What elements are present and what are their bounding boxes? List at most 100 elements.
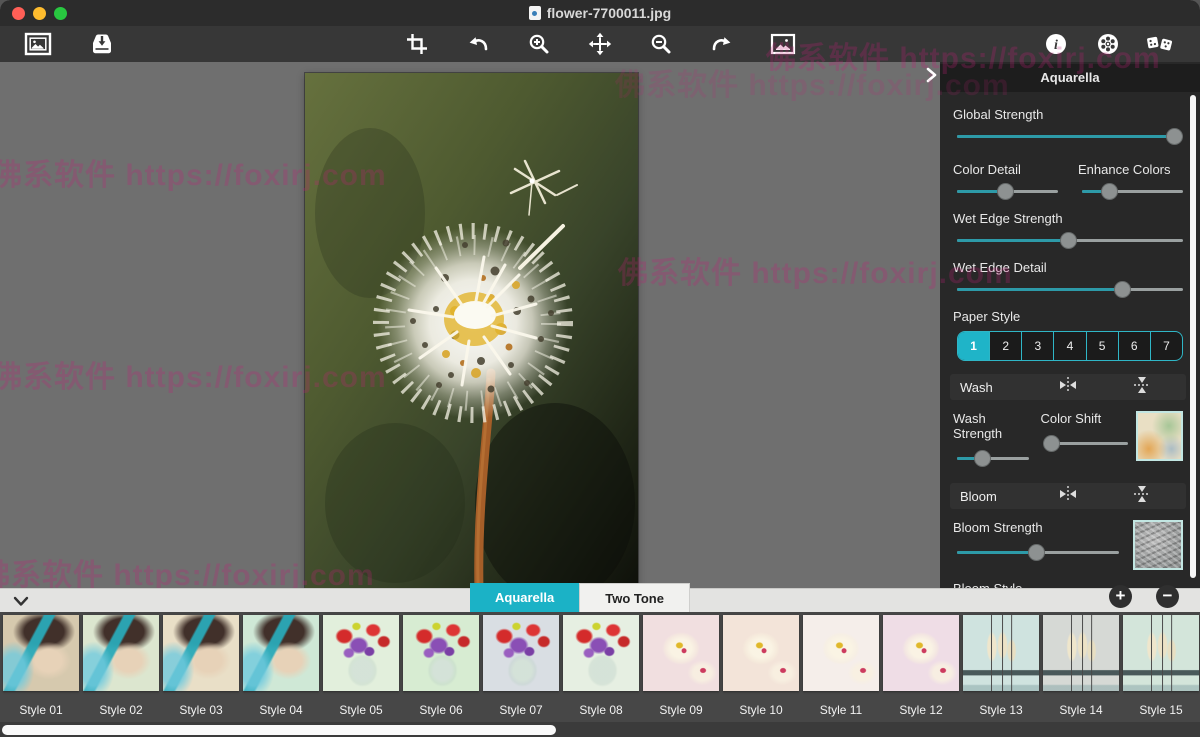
style-thumbnail-image[interactable] [83,615,159,691]
style-thumbnail-style-12[interactable]: Style 12 [883,612,959,722]
color-detail-label: Color Detail [953,162,1058,177]
style-thumbnail-style-04[interactable]: Style 04 [243,612,319,722]
wet-edge-strength-slider[interactable] [957,232,1183,249]
style-thumbnail-style-09[interactable]: Style 09 [643,612,719,722]
style-thumbnail-style-11[interactable]: Style 11 [803,612,879,722]
style-thumbnail-image[interactable] [3,615,79,691]
panel-scrollbar[interactable] [1190,95,1196,578]
style-thumbnail-image[interactable] [323,615,399,691]
undo-icon[interactable] [464,30,492,58]
collapse-panel-button[interactable] [920,64,942,86]
paper-style-option-5[interactable]: 5 [1086,332,1118,360]
style-thumbnail-style-02[interactable]: Style 02 [83,612,159,722]
style-thumbnail-image[interactable] [1123,615,1199,691]
style-thumbnail-image[interactable] [403,615,479,691]
flip-vertical-icon[interactable] [1134,484,1150,509]
paper-style-option-4[interactable]: 4 [1053,332,1085,360]
style-thumbnail-image[interactable] [1043,615,1119,691]
zoom-window-button[interactable] [54,7,67,20]
image-gallery-icon[interactable] [24,30,52,58]
zoom-out-icon[interactable] [647,30,675,58]
pan-move-icon[interactable] [586,30,614,58]
style-thumbnail-image[interactable] [643,615,719,691]
strip-scrollbar-thumb[interactable] [2,725,556,735]
slider-knob[interactable] [1166,128,1183,145]
paper-style-option-2[interactable]: 2 [989,332,1021,360]
paper-style-control: Paper Style 1234567 [953,309,1183,361]
zoom-in-icon[interactable] [525,30,553,58]
toolbar: i [0,26,1200,62]
slider-knob[interactable] [1028,544,1045,561]
svg-text:i: i [1054,38,1058,53]
color-shift-label: Color Shift [1040,411,1128,426]
style-thumbnail-strip: Style 01 Style 02 Style 03 Style 04 Styl… [0,612,1200,722]
style-thumbnail-style-07[interactable]: Style 07 [483,612,559,722]
wash-section-header[interactable]: Wash [950,374,1186,400]
crop-icon[interactable] [403,30,431,58]
style-thumbnail-label: Style 04 [243,703,319,717]
add-style-button[interactable]: + [1109,585,1132,608]
slider-knob[interactable] [1101,183,1118,200]
style-thumbnail-style-14[interactable]: Style 14 [1043,612,1119,722]
style-thumbnail-style-06[interactable]: Style 06 [403,612,479,722]
paper-style-option-7[interactable]: 7 [1150,332,1182,360]
slider-knob[interactable] [1060,232,1077,249]
info-icon[interactable]: i [1042,30,1070,58]
style-thumbnail-label: Style 09 [643,703,719,717]
flip-horizontal-icon[interactable] [1058,486,1078,507]
style-thumbnail-style-13[interactable]: Style 13 [963,612,1039,722]
settings-panel: Aquarella Global Strength Color Detail E… [940,62,1200,588]
style-thumbnail-style-01[interactable]: Style 01 [3,612,79,722]
tab-two-tone[interactable]: Two Tone [579,583,690,612]
slider-knob[interactable] [1043,435,1060,452]
wet-edge-detail-label: Wet Edge Detail [953,260,1183,275]
slider-knob[interactable] [1114,281,1131,298]
global-strength-slider[interactable] [957,128,1183,145]
style-thumbnail-image[interactable] [243,615,319,691]
minimize-window-button[interactable] [33,7,46,20]
slider-knob[interactable] [997,183,1014,200]
style-thumbnail-image[interactable] [163,615,239,691]
chevron-right-icon [925,66,938,84]
bloom-texture-swatch[interactable] [1133,520,1183,570]
wet-edge-detail-slider[interactable] [957,281,1183,298]
style-thumbnail-image[interactable] [723,615,799,691]
canvas-image[interactable] [305,73,638,590]
paper-style-option-6[interactable]: 6 [1118,332,1150,360]
color-detail-slider[interactable] [957,183,1058,200]
save-export-icon[interactable] [88,30,116,58]
flip-vertical-icon[interactable] [1134,375,1150,400]
remove-style-button[interactable]: − [1156,585,1179,608]
slider-knob[interactable] [974,450,991,467]
style-thumbnail-image[interactable] [883,615,959,691]
wash-strength-slider[interactable] [957,450,1029,467]
settings-gear-icon[interactable] [1094,30,1122,58]
bloom-section-header[interactable]: Bloom [950,483,1186,509]
wash-texture-swatch[interactable] [1136,411,1183,461]
close-window-button[interactable] [12,7,25,20]
style-thumbnail-image[interactable] [483,615,559,691]
randomize-dice-icon[interactable] [1146,30,1174,58]
style-thumbnail-image[interactable] [963,615,1039,691]
style-thumbnail-style-03[interactable]: Style 03 [163,612,239,722]
global-strength-control: Global Strength [953,107,1183,145]
redo-icon[interactable] [708,30,736,58]
style-thumbnail-style-10[interactable]: Style 10 [723,612,799,722]
style-thumbnail-style-08[interactable]: Style 08 [563,612,639,722]
tab-aquarella[interactable]: Aquarella [470,583,579,612]
paper-style-option-3[interactable]: 3 [1021,332,1053,360]
enhance-colors-slider[interactable] [1082,183,1183,200]
collapse-strip-button[interactable] [10,592,32,610]
style-thumbnail-style-15[interactable]: Style 15 [1123,612,1199,722]
color-shift-slider[interactable] [1044,435,1128,452]
style-thumbnail-style-05[interactable]: Style 05 [323,612,399,722]
original-preview-icon[interactable] [769,30,797,58]
bloom-strength-slider[interactable] [957,544,1119,561]
style-thumbnail-image[interactable] [803,615,879,691]
flip-horizontal-icon[interactable] [1058,377,1078,398]
slider-fill [957,551,1036,554]
style-thumbnail-image[interactable] [563,615,639,691]
strip-scrollbar-track[interactable] [0,722,1200,737]
paper-style-option-1[interactable]: 1 [958,332,989,360]
paper-style-label: Paper Style [953,309,1183,324]
